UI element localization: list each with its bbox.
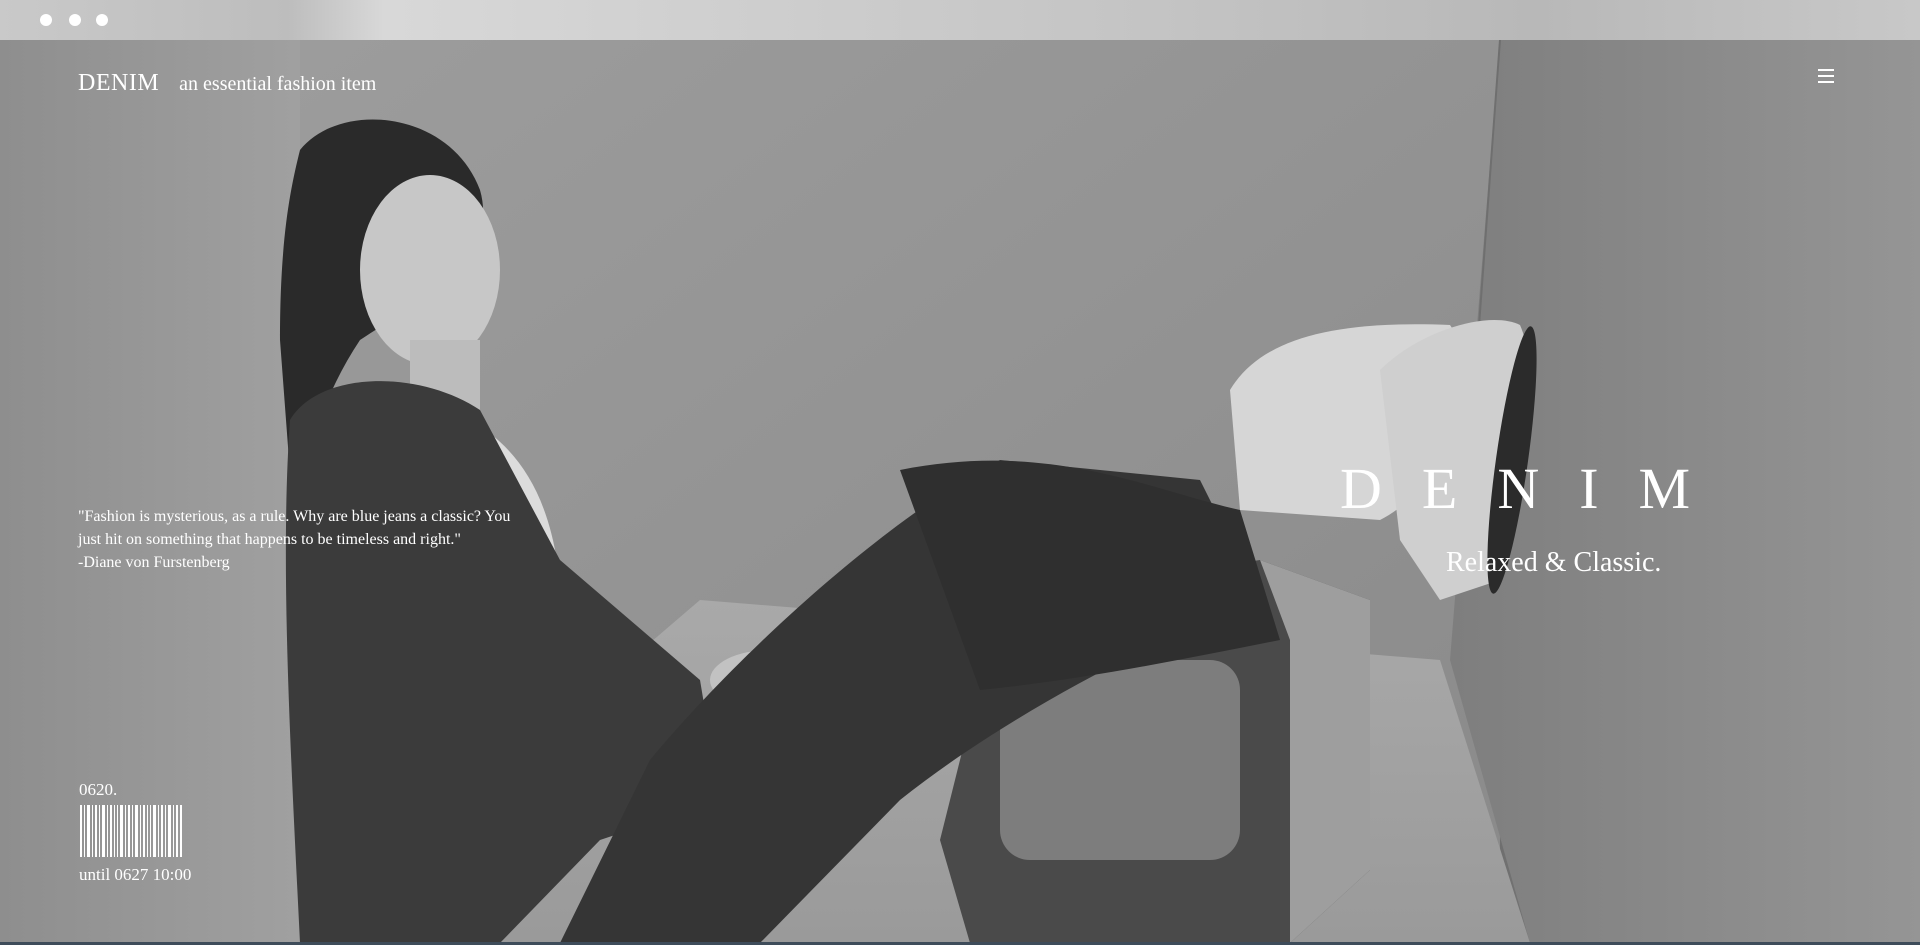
window-dot-maximize[interactable] xyxy=(96,14,108,26)
hero-subtitle: Relaxed & Classic. xyxy=(1446,547,1662,578)
brand-logo[interactable]: DENIM xyxy=(78,70,159,97)
quote-line-1: "Fashion is mysterious, as a rule. Why a… xyxy=(78,508,511,525)
window-title-bar xyxy=(0,0,1920,40)
quote-line-2: just hit on something that happens to be… xyxy=(78,531,461,548)
site-header: DENIM an essential fashion item xyxy=(78,70,376,97)
window-dot-minimize[interactable] xyxy=(69,14,81,26)
ticket-until: until 0627 10:00 xyxy=(79,865,192,884)
quote-author: -Diane von Furstenberg xyxy=(78,554,230,571)
barcode-icon xyxy=(80,805,182,857)
quote-block: "Fashion is mysterious, as a rule. Why a… xyxy=(78,505,518,574)
menu-icon[interactable] xyxy=(1816,66,1836,86)
window-dot-close[interactable] xyxy=(40,14,52,26)
hero-title: DENIM xyxy=(1340,456,1731,521)
hero-section: DENIM an essential fashion item "Fashion… xyxy=(0,40,1920,943)
ticket-code: 0620. xyxy=(79,780,118,799)
brand-tagline: an essential fashion item xyxy=(179,73,377,95)
